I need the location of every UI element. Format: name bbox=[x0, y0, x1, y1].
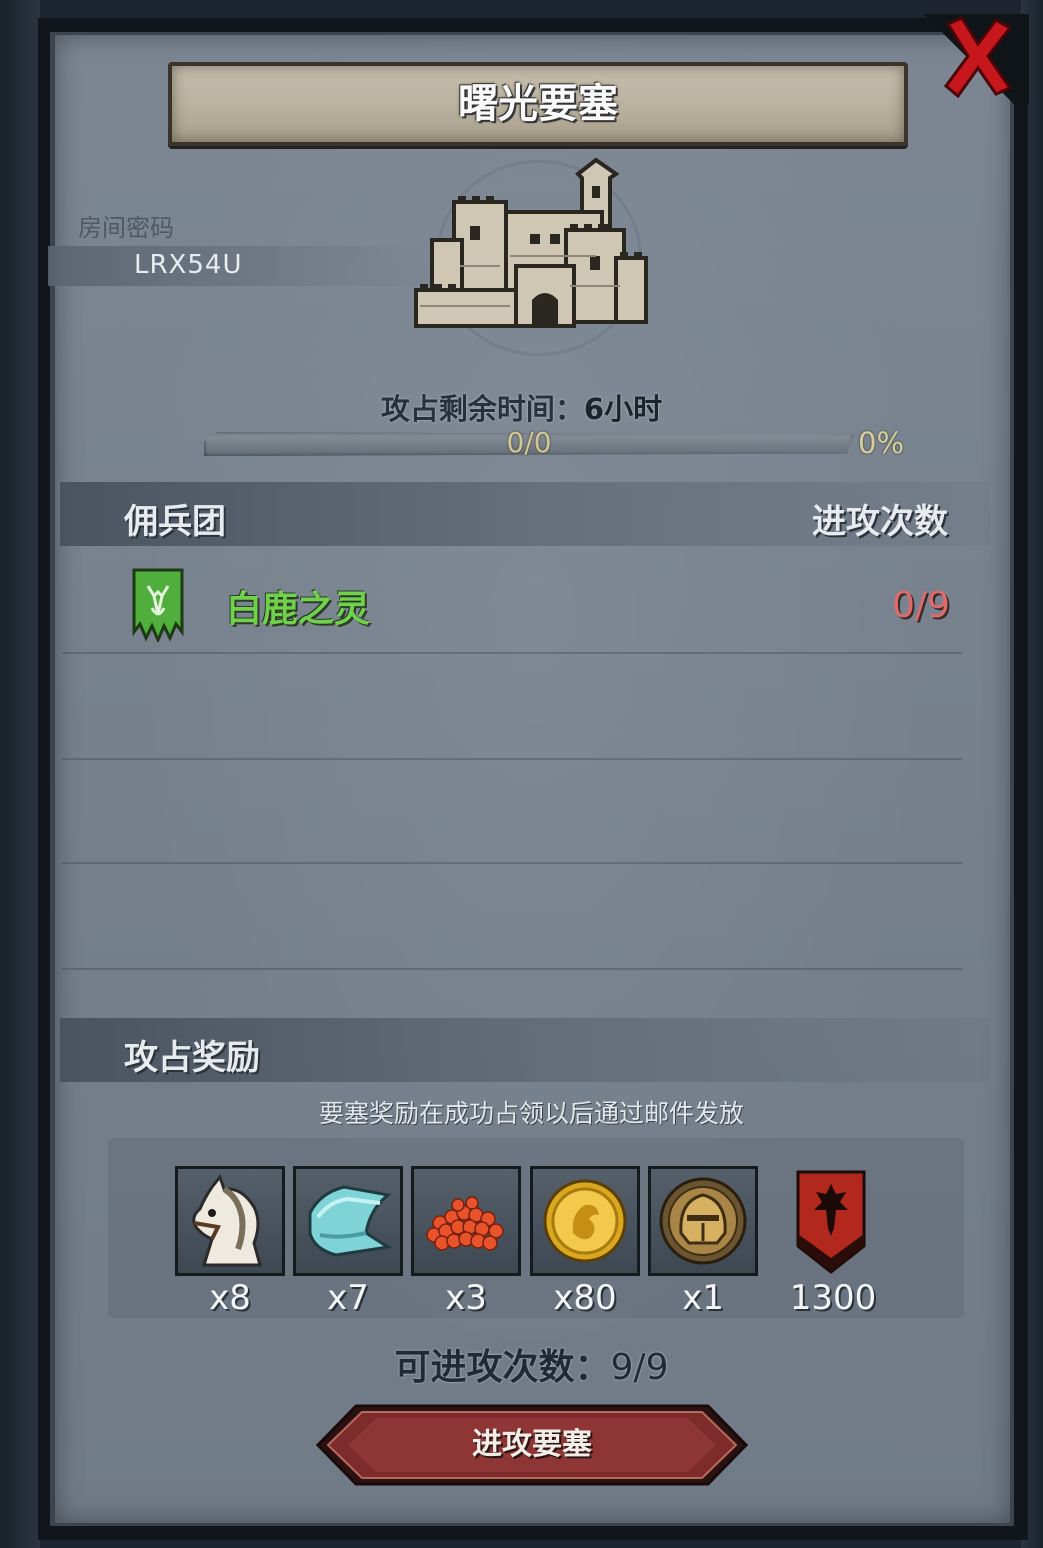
red-shield-icon[interactable] bbox=[796, 1170, 866, 1274]
attack-fortress-label: 进攻要塞 bbox=[472, 1427, 592, 1462]
attack-fortress-button[interactable]: 进攻要塞 bbox=[316, 1404, 748, 1486]
available-attacks-label: 可进攻次数： bbox=[394, 1347, 611, 1388]
reward-qty-berries: x3 bbox=[445, 1278, 487, 1318]
deer-banner-icon bbox=[132, 568, 184, 642]
reward-item-cloth[interactable] bbox=[293, 1166, 403, 1276]
reward-qty-knight-medal: x1 bbox=[682, 1278, 724, 1318]
capture-progress-percent: 0% bbox=[858, 426, 905, 460]
capture-progress-text: 0/0 bbox=[506, 426, 552, 459]
row-divider bbox=[62, 968, 962, 970]
reward-qty-gold-coin: x80 bbox=[553, 1278, 617, 1318]
time-remaining-label: 攻占剩余时间： bbox=[380, 392, 584, 426]
gold-coin-icon bbox=[543, 1179, 627, 1263]
reward-item-knight-medal[interactable] bbox=[648, 1166, 758, 1276]
mercenary-attack-count: 0/9 bbox=[892, 585, 950, 626]
row-divider bbox=[62, 862, 962, 864]
knight-medal-icon bbox=[659, 1177, 747, 1265]
reward-item-gold-coin[interactable] bbox=[530, 1166, 640, 1276]
reward-qty-horse: x8 bbox=[209, 1278, 251, 1318]
reward-item-berries[interactable] bbox=[411, 1166, 521, 1276]
room-code-value[interactable]: LRX54U bbox=[134, 250, 242, 280]
mercenary-section-title: 佣兵团 bbox=[124, 502, 226, 542]
background-left bbox=[0, 0, 40, 1548]
row-divider bbox=[62, 652, 962, 654]
close-icon bbox=[943, 16, 1013, 99]
row-divider bbox=[62, 758, 962, 760]
berries-icon bbox=[426, 1196, 504, 1251]
horse-icon bbox=[192, 1173, 262, 1267]
time-remaining-value: 6小时 bbox=[583, 392, 663, 426]
cloth-icon bbox=[308, 1185, 393, 1257]
castle-icon bbox=[414, 157, 648, 328]
reward-note: 要塞奖励在成功占领以后通过邮件发放 bbox=[318, 1099, 744, 1128]
room-code-label: 房间密码 bbox=[78, 214, 174, 242]
time-remaining: 攻占剩余时间：6小时 bbox=[0, 386, 1043, 428]
attacks-column-header: 进攻次数 bbox=[812, 502, 948, 542]
page-title: 曙光要塞 bbox=[458, 81, 618, 127]
reward-qty-cloth: x7 bbox=[327, 1278, 369, 1318]
close-button[interactable] bbox=[940, 14, 1016, 99]
reward-section-title: 攻占奖励 bbox=[124, 1038, 260, 1078]
available-attacks-value: 9/9 bbox=[610, 1347, 669, 1388]
room-code-bar bbox=[48, 246, 448, 286]
title-plate: 曙光要塞 bbox=[168, 62, 908, 146]
available-attacks: 可进攻次数：9/9 bbox=[0, 1338, 1043, 1390]
reward-qty-honor: 1300 bbox=[789, 1278, 877, 1318]
mercenary-name[interactable]: 白鹿之灵 bbox=[226, 580, 370, 632]
reward-item-horse[interactable] bbox=[175, 1166, 285, 1276]
